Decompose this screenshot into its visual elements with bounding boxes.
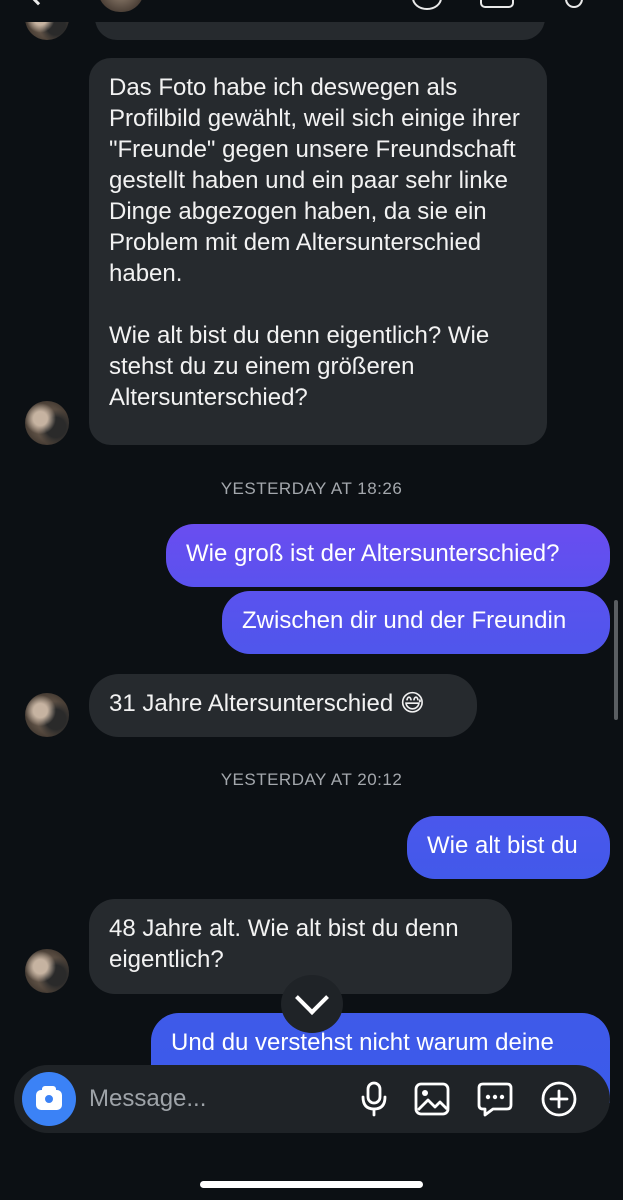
message-text: Und du verstehst nicht warum deine [171,1029,554,1056]
message-text: 31 Jahre Altersunterschied 😅 [109,690,425,717]
message-bubble-outgoing[interactable]: Zwischen dir und der Freundin [222,591,610,654]
message-bubble-outgoing[interactable]: Wie groß ist der Altersunterschied? [166,524,610,587]
info-icon[interactable] [565,0,583,8]
message-text: Wie alt bist du [427,832,578,859]
message-text: 48 Jahre alt. Wie alt bist du denn eigen… [109,915,459,973]
plus-circle-icon[interactable] [539,1079,579,1119]
video-call-icon[interactable] [480,0,514,8]
sender-avatar[interactable] [25,693,69,737]
chat-screen: Das Foto habe ich deswegen als Profilbil… [0,0,623,1200]
message-composer [14,1065,610,1133]
message-input[interactable] [89,1081,339,1117]
chevron-down-icon [295,981,329,1015]
home-indicator[interactable] [200,1181,423,1188]
timestamp: YESTERDAY AT 18:26 [220,479,403,498]
sender-avatar[interactable] [25,401,69,445]
message-bubble-incoming[interactable]: 31 Jahre Altersunterschied 😅 [89,674,477,737]
message-text: Das Foto habe ich deswegen als Profilbil… [109,74,520,287]
timestamp: YESTERDAY AT 20:12 [220,770,403,789]
chat-bubble-icon[interactable] [475,1079,515,1119]
camera-button[interactable] [22,1072,76,1126]
scrollbar[interactable] [614,600,618,720]
scroll-to-bottom-button[interactable] [281,975,343,1033]
message-bubble-incoming[interactable]: Das Foto habe ich deswegen als Profilbil… [89,58,547,445]
image-icon[interactable] [412,1079,452,1119]
sender-avatar[interactable] [25,949,69,993]
message-text: Zwischen dir und der Freundin [242,607,567,634]
message-text: Wie alt bist du denn eigentlich? Wie ste… [109,322,490,411]
message-bubble-outgoing[interactable]: Wie alt bist du [407,816,610,879]
header-avatar[interactable] [98,0,144,12]
message-text: Wie groß ist der Altersunterschied? [186,540,560,567]
chat-header [0,0,623,22]
phone-call-icon[interactable] [412,0,442,10]
microphone-icon[interactable] [354,1079,394,1119]
back-arrow-icon[interactable] [26,0,50,6]
